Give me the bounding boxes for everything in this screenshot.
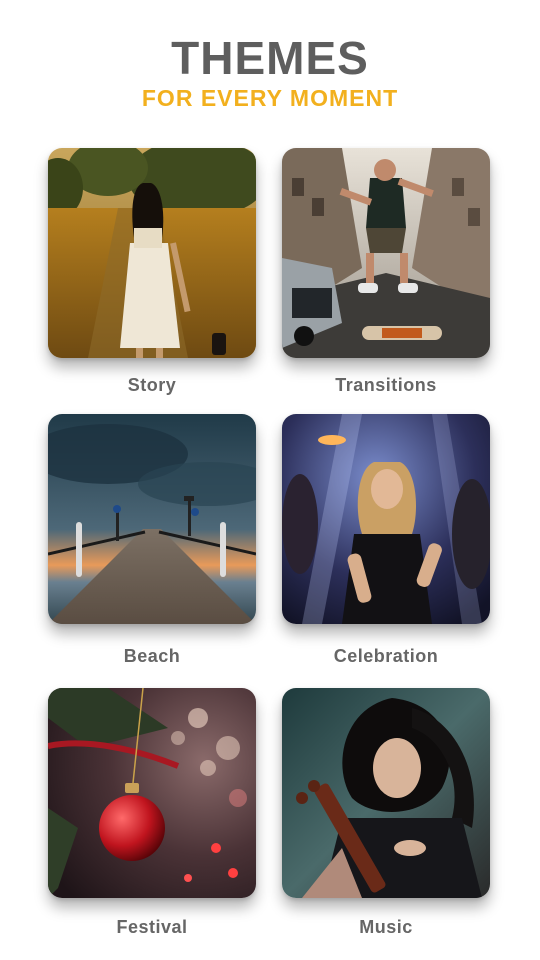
theme-grid: Story Transitions Beach Celebration Fest… — [0, 0, 540, 960]
festival-photo — [48, 688, 256, 898]
theme-label-beach[interactable]: Beach — [48, 646, 256, 667]
theme-label-story[interactable]: Story — [48, 375, 256, 396]
theme-label-transitions[interactable]: Transitions — [282, 375, 490, 396]
theme-card-story[interactable] — [48, 148, 256, 358]
theme-label-celebration[interactable]: Celebration — [282, 646, 490, 667]
transitions-photo — [282, 148, 490, 358]
theme-label-music[interactable]: Music — [282, 917, 490, 938]
theme-label-festival[interactable]: Festival — [48, 917, 256, 938]
theme-card-celebration[interactable] — [282, 414, 490, 624]
theme-card-beach[interactable] — [48, 414, 256, 624]
celebration-photo — [282, 414, 490, 624]
music-photo — [282, 688, 490, 898]
beach-photo — [48, 414, 256, 624]
theme-card-festival[interactable] — [48, 688, 256, 898]
story-photo — [48, 148, 256, 358]
theme-card-transitions[interactable] — [282, 148, 490, 358]
theme-card-music[interactable] — [282, 688, 490, 898]
